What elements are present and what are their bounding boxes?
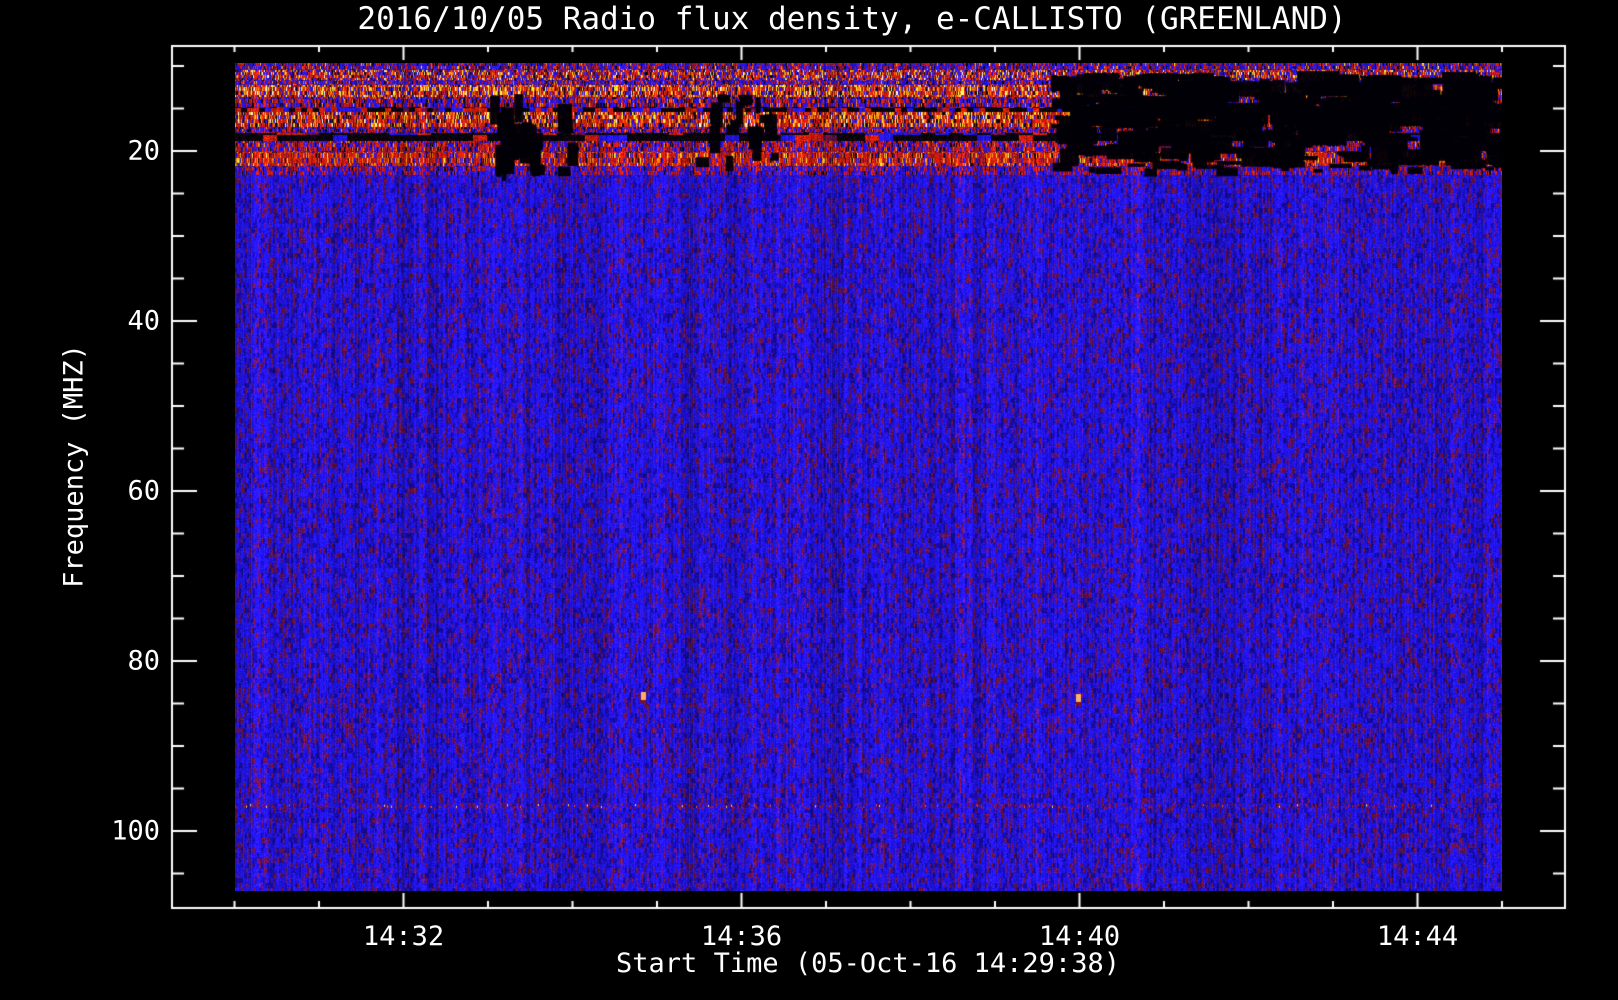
y-tick-label: 80 bbox=[127, 645, 160, 677]
x-axis-label: Start Time (05-Oct-16 14:29:38) bbox=[616, 948, 1120, 979]
y-tick-label: 100 bbox=[111, 815, 160, 847]
spectrogram-page: 2016/10/05 Radio flux density, e-CALLIST… bbox=[0, 0, 1618, 1000]
axes-frame bbox=[0, 0, 1618, 1000]
x-tick-label: 14:32 bbox=[362, 921, 445, 952]
y-tick-label: 20 bbox=[127, 135, 160, 167]
y-tick-label: 60 bbox=[127, 475, 160, 507]
y-axis-label: Frequency (MHZ) bbox=[58, 344, 90, 588]
x-tick-label: 14:44 bbox=[1376, 921, 1459, 952]
y-tick-label: 40 bbox=[127, 305, 160, 337]
